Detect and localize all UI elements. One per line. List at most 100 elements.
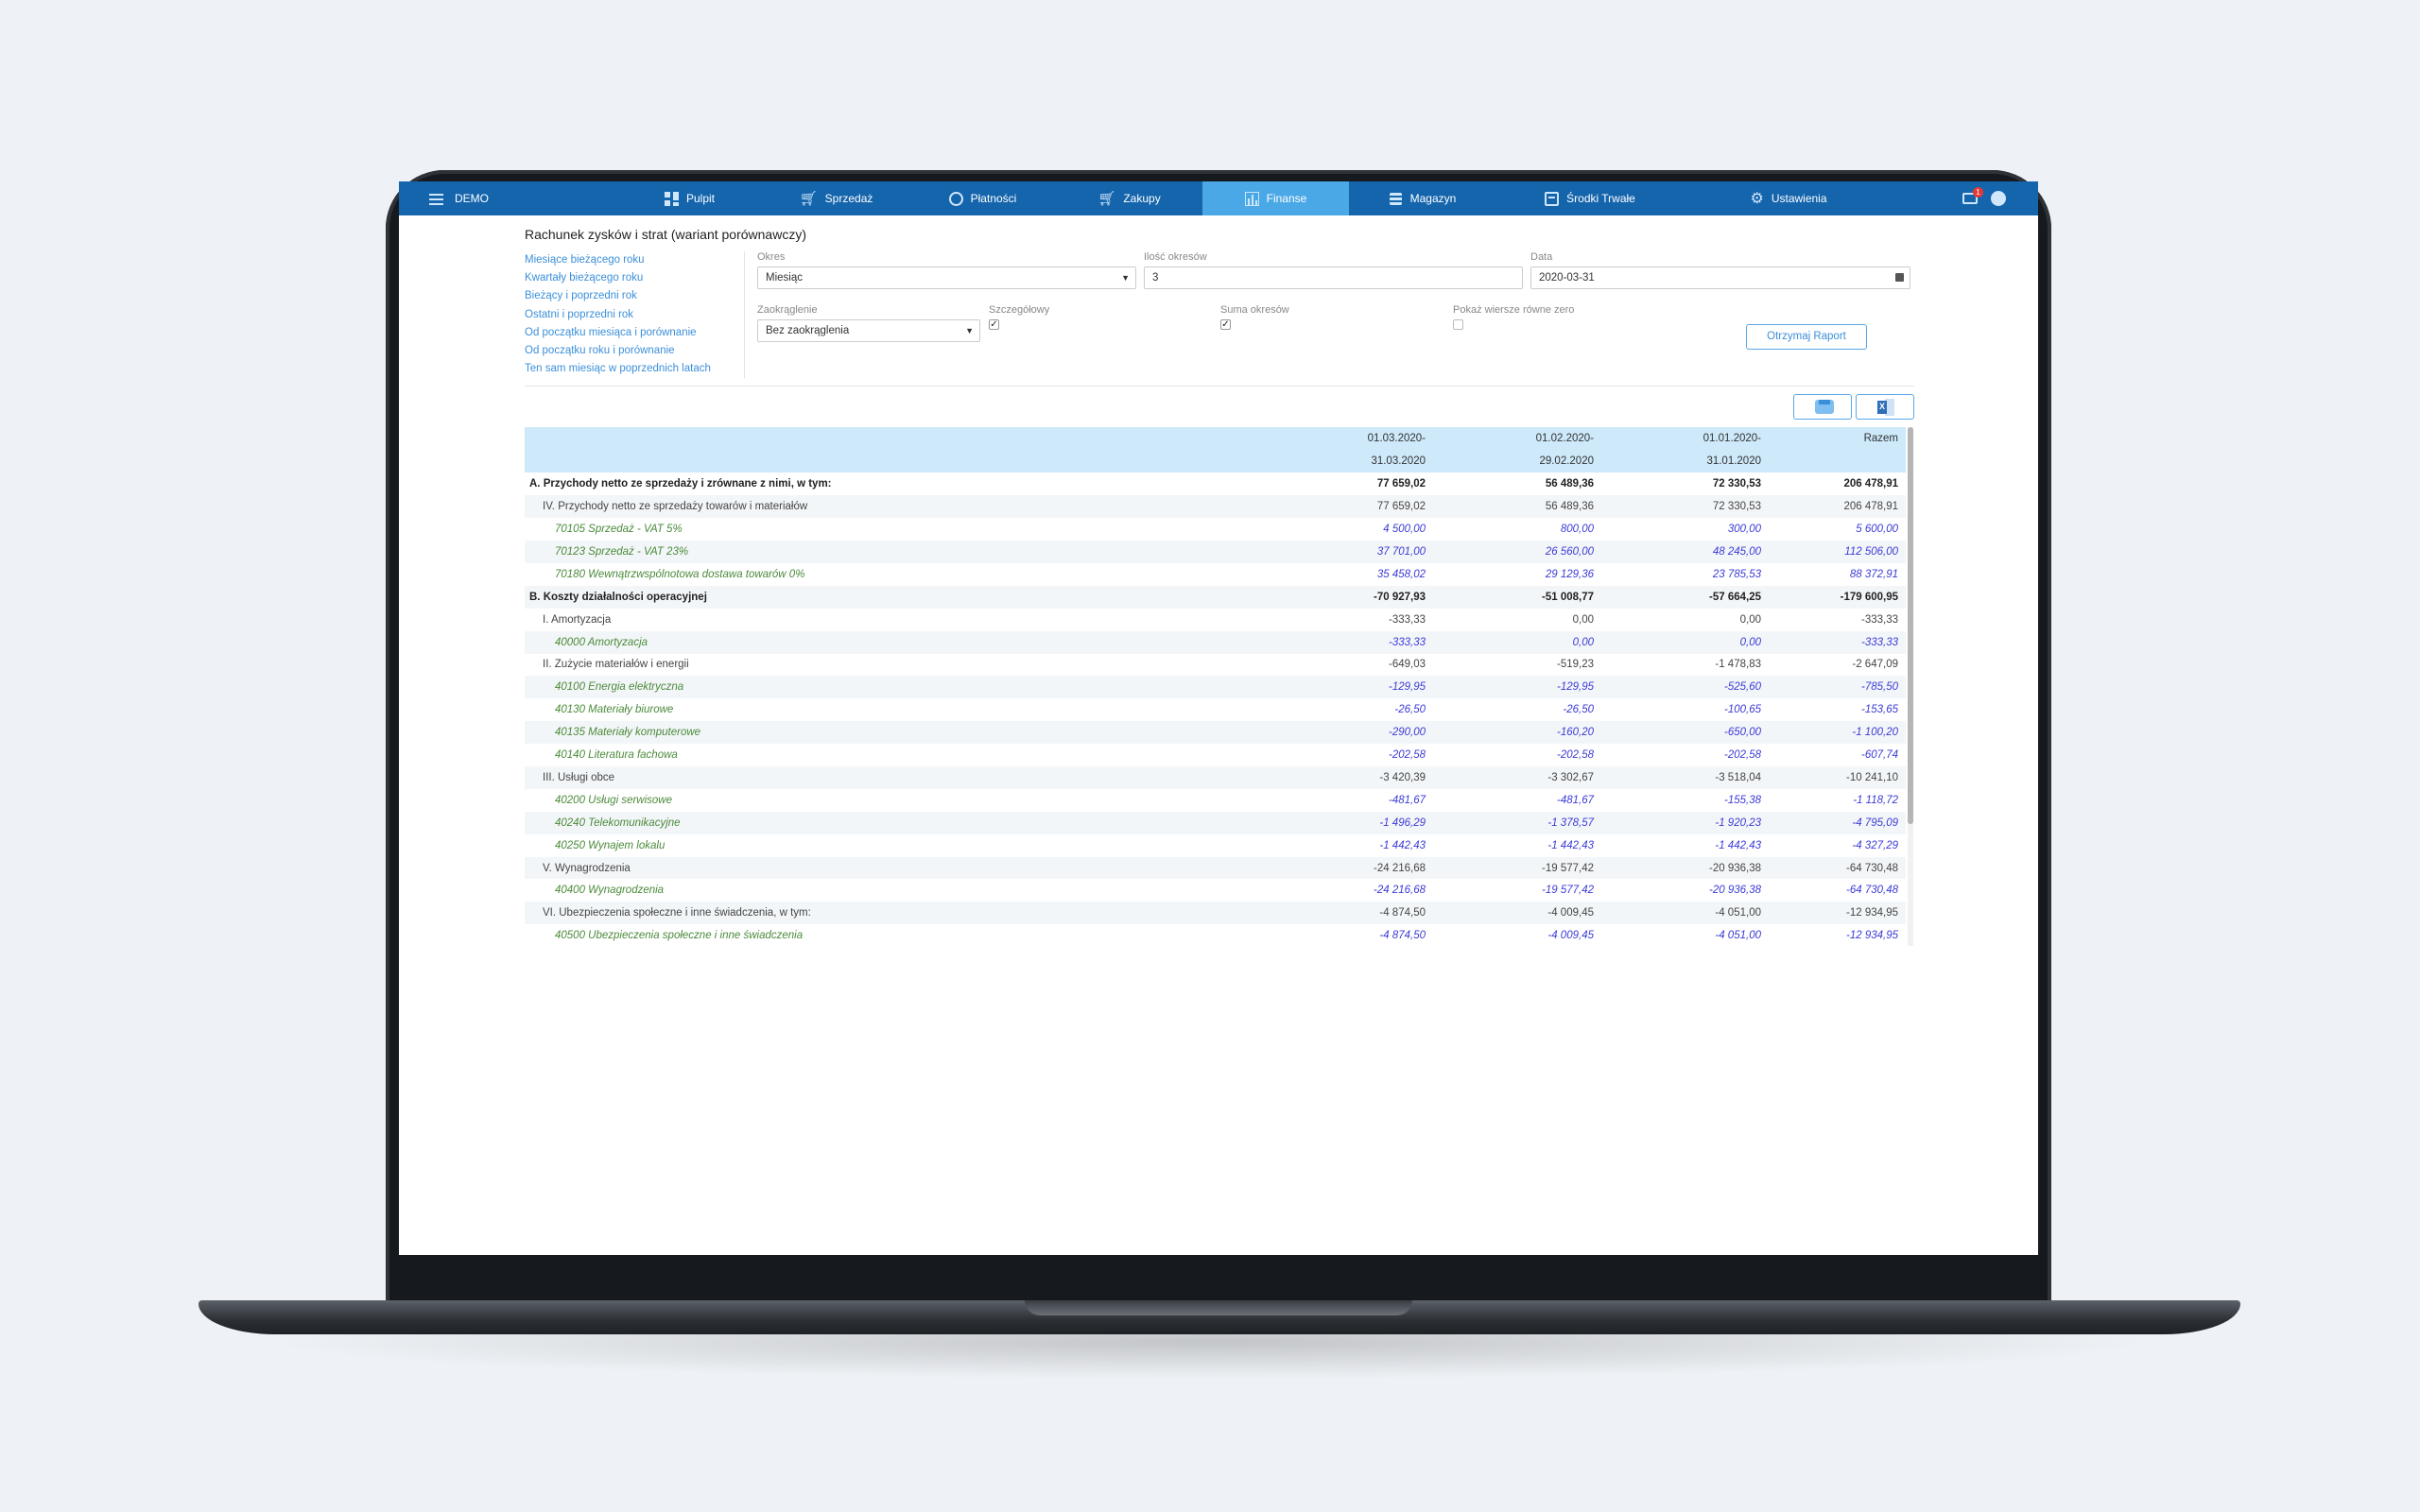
row-value: -785,50 [1769, 676, 1906, 699]
okres-value: Miesiąc [766, 272, 803, 284]
nav-item-finanse[interactable]: Finanse [1202, 181, 1349, 215]
cart-icon: 🛒︎ [799, 190, 818, 207]
row-value: 29 129,36 [1545, 568, 1594, 580]
nav-label: Ustawienia [1771, 192, 1827, 205]
row-value: -525,60 [1601, 676, 1769, 699]
quick-link[interactable]: Bieżący i poprzedni rok [525, 287, 744, 305]
zaokraglenie-value: Bez zaokrąglenia [766, 325, 850, 336]
divider [525, 386, 1914, 387]
nav-item-platnosci[interactable]: Płatności [909, 181, 1056, 215]
user-icon[interactable] [1991, 191, 2006, 206]
zaokraglenie-select[interactable]: Bez zaokrąglenia ▼ [757, 319, 980, 342]
row-value: -26,50 [1394, 704, 1426, 716]
row-value: -155,38 [1723, 794, 1761, 806]
row-value: -153,65 [1860, 704, 1898, 716]
date-value: 2020-03-31 [1539, 272, 1595, 284]
suma-checkbox[interactable]: ✓ [1220, 319, 1231, 330]
nav-item-zakupy[interactable]: 🛒︎ Zakupy [1056, 181, 1202, 215]
row-value: -3 518,04 [1601, 766, 1769, 789]
row-value: -20 936,38 [1709, 885, 1761, 897]
row-value: -481,67 [1556, 794, 1594, 806]
row-value: -19 577,42 [1542, 885, 1594, 897]
quick-link[interactable]: Od początku roku i porównanie [525, 342, 744, 360]
dashboard-icon [664, 191, 679, 206]
row-value: -650,00 [1601, 721, 1769, 745]
row-label: 40130 Materiały biurowe [555, 704, 674, 716]
quick-link[interactable]: Kwartały bieżącego roku [525, 269, 744, 287]
row-value: -70 927,93 [1276, 585, 1433, 609]
row-value: 72 330,53 [1712, 478, 1761, 490]
suma-label: Suma okresów [1220, 304, 1289, 316]
nav-label: Finanse [1266, 192, 1307, 205]
excel-icon [1877, 399, 1894, 417]
ilosc-input[interactable]: 3 [1144, 266, 1523, 289]
scrollbar-thumb[interactable] [1908, 427, 1913, 825]
row-value: -1 442,43 [1715, 839, 1761, 851]
table-row: 40100 Energia elektryczna -129,95 -129,95-… [525, 676, 1906, 699]
nav-item-magazyn[interactable]: Magazyn [1349, 181, 1495, 215]
row-value: 0,00 [1601, 630, 1769, 654]
table-scrollbar[interactable] [1908, 427, 1913, 947]
zero-checkbox[interactable] [1453, 319, 1463, 330]
report-table: 01.03.2020- 31.03.2020 01.02.2020- 29.02.2… [525, 427, 1906, 946]
row-value: -19 577,42 [1433, 856, 1601, 880]
row-label: 40250 Wynajem lokalu [555, 839, 666, 851]
szczegolowy-label: Szczegółowy [989, 304, 1050, 316]
params-panel: Okres Miesiąc ▼ Ilość okresów 3 Data 202… [745, 251, 1914, 369]
table-row: III. Usługi obce -3 420,39 -3 302,67 -3 518… [525, 766, 1906, 789]
quick-link[interactable]: Ten sam miesiąc w poprzednich latach [525, 360, 744, 378]
row-label: IV. Przychody netto ze sprzedaży towarów… [525, 495, 1276, 519]
row-label: 40000 Amortyzacja [525, 630, 1276, 654]
nav-item-pulpit[interactable]: Pulpit [616, 181, 763, 215]
quick-link[interactable]: Miesiące bieżącego roku [525, 251, 744, 269]
row-value: -1 118,72 [1853, 794, 1898, 806]
excel-export-button[interactable] [1856, 394, 1914, 421]
row-value: -12 934,95 [1769, 902, 1906, 925]
nav-brand[interactable]: DEMO [399, 181, 512, 215]
row-value: 300,00 [1727, 524, 1761, 536]
row-value: 800,00 [1560, 524, 1594, 536]
col-header-total: Razem [1769, 427, 1906, 473]
row-value: -57 664,25 [1601, 585, 1769, 609]
table-row: 40130 Materiały biurowe -26,50 -26,50 -100,… [525, 698, 1906, 721]
cart-icon: 🛒︎ [1098, 190, 1116, 207]
row-value: -3 302,67 [1433, 766, 1601, 789]
laptop-notch [1025, 1300, 1412, 1315]
nav-label: Płatności [970, 192, 1017, 205]
row-value: 0,00 [1739, 613, 1761, 626]
zaokraglenie-param: Zaokrąglenie Bez zaokrąglenia ▼ [757, 304, 980, 342]
nav-item-sprzedaz[interactable]: 🛒︎ Sprzedaż [763, 181, 909, 215]
menu-icon[interactable] [429, 191, 443, 206]
quick-link[interactable]: Ostatni i poprzedni rok [525, 306, 744, 324]
table-row: II. Zużycie materiałów i energii -649,03 -… [525, 654, 1906, 677]
nav-item-srodki-trwale[interactable]: Środki Trwałe [1495, 181, 1685, 215]
row-value: -333,33 [1388, 613, 1426, 626]
nav-item-ustawienia[interactable]: ⚙ Ustawienia [1685, 181, 1893, 215]
table-header-row: 01.03.2020- 31.03.2020 01.02.2020- 29.02.2… [525, 427, 1906, 473]
row-value: -4 009,45 [1433, 902, 1601, 925]
export-toolbar [525, 394, 1914, 421]
zero-label: Pokaż wiersze równe zero [1453, 304, 1575, 316]
filter-panel: Miesiące bieżącego roku Kwartały bieżące… [525, 251, 1914, 379]
row-value: 77 659,02 [1276, 495, 1433, 519]
row-value: -333,33 [1276, 630, 1433, 654]
okres-select[interactable]: Miesiąc ▼ [757, 266, 1136, 289]
ilosc-value: 3 [1152, 272, 1159, 284]
mail-icon[interactable]: 1 [1962, 187, 1983, 204]
row-value: -1 478,83 [1715, 659, 1761, 671]
report-button[interactable]: Otrzymaj Raport [1746, 324, 1867, 350]
row-label: 40240 Telekomunikacyjne [525, 811, 1276, 834]
row-value: 206 478,91 [1843, 478, 1898, 490]
database-icon [1388, 191, 1403, 206]
col-header-period-1: 01.03.2020- 31.03.2020 [1276, 427, 1433, 473]
print-button[interactable] [1793, 394, 1852, 421]
row-label: 40500 Ubezpieczenia społeczne i inne świ… [555, 930, 804, 942]
calendar-icon[interactable] [1895, 273, 1904, 282]
date-input[interactable]: 2020-03-31 [1530, 266, 1910, 289]
szczegolowy-checkbox[interactable]: ✓ [989, 319, 999, 330]
row-value: -20 936,38 [1601, 856, 1769, 880]
row-value: -1 442,43 [1379, 839, 1426, 851]
quick-link[interactable]: Od początku miesiąca i porównanie [525, 324, 744, 342]
row-value: -519,23 [1556, 659, 1594, 671]
row-label: 40140 Literatura fachowa [555, 749, 678, 762]
